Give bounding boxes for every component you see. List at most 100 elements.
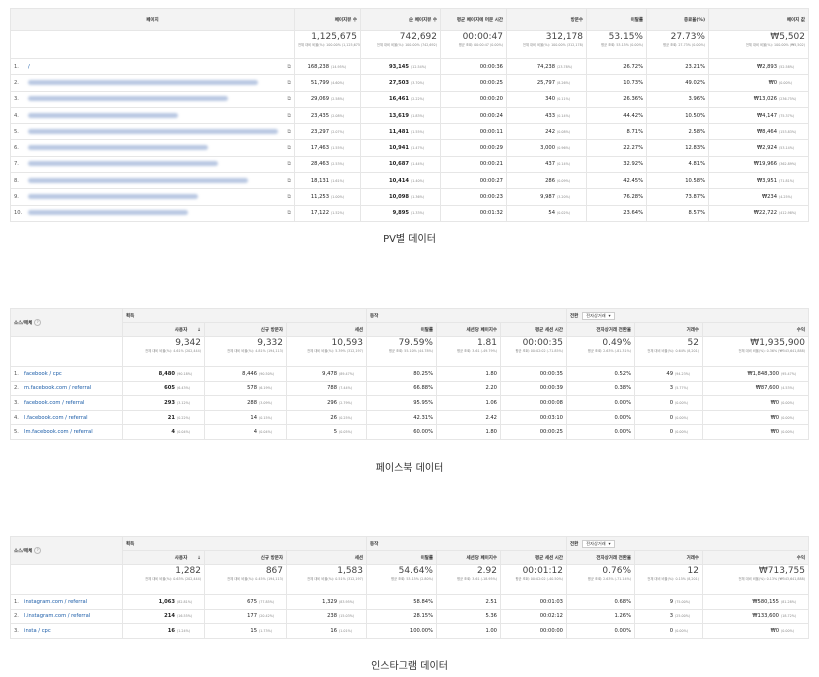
col-header[interactable]: 신규 방문자 — [204, 550, 287, 565]
page-link-redacted[interactable] — [28, 161, 218, 167]
page-cell[interactable]: 7. ⧉ — [10, 155, 295, 174]
col-header[interactable]: 사용자 ↓ — [122, 322, 205, 337]
table-row[interactable]: 8. ⧉ 18,131 (1.61%) 10,414 (1.40%) 00:00:27 286… — [10, 172, 809, 190]
page-cell[interactable]: 8. ⧉ — [10, 172, 295, 190]
col-header[interactable]: 수익 — [702, 322, 809, 337]
source-medium-header[interactable]: 소스/매체? — [10, 308, 123, 337]
help-icon[interactable]: ? — [34, 547, 42, 554]
pv-col-header[interactable]: 방문수 — [506, 8, 587, 31]
table-row[interactable]: 4. ⧉ 23,435 (2.08%) 13,619 (1.83%) 00:00:24 433… — [10, 106, 809, 125]
source-medium-header[interactable]: 소스/매체? — [10, 536, 123, 565]
page-cell[interactable]: 10. ⧉ — [10, 204, 295, 222]
source-link[interactable]: l.instagram.com / referral — [24, 613, 90, 619]
table-row[interactable]: 6. ⧉ 17,463 (1.55%) 10,941 (1.47%) 00:00:29 3,0… — [10, 139, 809, 157]
table-row[interactable]: 1. / ⧉ 168,238 (14.95%) 93,145 (12.54%) 00:00:3… — [10, 57, 809, 76]
col-header[interactable]: 이탈률 — [366, 322, 437, 337]
col-header[interactable]: 평균 세션 시간 — [500, 550, 567, 565]
pv-col-header[interactable]: 이탈률 — [586, 8, 647, 31]
open-link-icon[interactable]: ⧉ — [287, 80, 291, 86]
table-row[interactable]: 3. insta / cpc 16 (1.24%) 15 (1.73%) 16 (1.01%)… — [10, 623, 809, 639]
open-link-icon[interactable]: ⧉ — [287, 161, 291, 167]
open-link-icon[interactable]: ⧉ — [287, 129, 291, 135]
col-header[interactable]: 평균 세션 시간 — [500, 322, 567, 337]
open-link-icon[interactable]: ⧉ — [287, 96, 291, 102]
page-link-redacted[interactable] — [28, 177, 248, 183]
page-cell[interactable]: 3. ⧉ — [10, 90, 295, 108]
page-link[interactable]: / — [28, 64, 30, 70]
page-cell[interactable]: 1. / ⧉ — [10, 57, 295, 76]
source-link[interactable]: facebook / cpc — [24, 371, 62, 377]
table-row[interactable]: 5. ⧉ 23,297 (2.07%) 11,481 (1.55%) 00:00:11 242… — [10, 123, 809, 141]
open-link-icon[interactable]: ⧉ — [287, 64, 291, 70]
page-cell[interactable]: 2. ⧉ — [10, 74, 295, 92]
col-header[interactable]: 세션 — [286, 322, 367, 337]
pv-col-header[interactable]: 순 페이지뷰 수 — [360, 8, 441, 31]
metric-value: 3,000 — [540, 145, 555, 152]
table-row[interactable]: 10. ⧉ 17,122 (1.52%) 9,895 (1.33%) 00:01:32 54(… — [10, 204, 809, 222]
source-cell[interactable]: 5. lm.facebook.com / referral — [10, 424, 123, 440]
page-link-redacted[interactable] — [28, 96, 228, 102]
page-cell[interactable]: 9. ⧉ — [10, 188, 295, 206]
table-row[interactable]: 2. ⧉ 51,799 (4.60%) 27,503 (3.70%) 00:00:25 25,… — [10, 74, 809, 92]
source-cell[interactable]: 3. insta / cpc — [10, 623, 123, 639]
pv-col-header[interactable]: 종료율(%) — [646, 8, 709, 31]
conversion-select[interactable]: 전자상거래 ▾ — [582, 311, 615, 320]
table-row[interactable]: 1. instagram.com / referral 1,063 (82.81%) 6… — [10, 594, 809, 610]
source-cell[interactable]: 2. m.facebook.com / referral — [10, 380, 123, 397]
col-header[interactable]: 전자상거래 전환율 — [566, 322, 635, 337]
source-cell[interactable]: 1. instagram.com / referral — [10, 594, 123, 610]
pv-col-header[interactable]: 페이지 값 — [708, 8, 809, 31]
conversion-select[interactable]: 전자상거래 ▾ — [582, 539, 615, 548]
page-link-redacted[interactable] — [28, 79, 258, 85]
source-link[interactable]: l.facebook.com / referral — [24, 415, 88, 421]
col-header[interactable]: 세션 — [286, 550, 367, 565]
table-row[interactable]: 4. l.facebook.com / referral 21 (0.22%) 14 (0… — [10, 409, 809, 426]
source-cell[interactable]: 2. l.instagram.com / referral — [10, 608, 123, 625]
page-cell[interactable]: 6. ⧉ — [10, 139, 295, 157]
page-cell[interactable]: 5. ⧉ — [10, 123, 295, 141]
table-row[interactable]: 1. facebook / cpc 8,480 (90.18%) 8,446 (90.50… — [10, 366, 809, 382]
help-icon[interactable]: ? — [34, 319, 42, 326]
page-link-redacted[interactable] — [28, 128, 278, 134]
col-header[interactable]: 신규 방문자 — [204, 322, 287, 337]
col-header[interactable]: 세션당 페이지수 — [436, 322, 501, 337]
col-header[interactable]: 세션당 페이지수 — [436, 550, 501, 565]
col-header[interactable]: 거래수 — [634, 322, 703, 337]
pv-col-header[interactable]: 평균 페이지에 머문 시간 — [440, 8, 507, 31]
table-row[interactable]: 2. l.instagram.com / referral 214 (16.55%) 1… — [10, 608, 809, 625]
source-cell[interactable]: 1. facebook / cpc — [10, 366, 123, 382]
page-cell[interactable]: 4. ⧉ — [10, 106, 295, 125]
col-header[interactable]: 거래수 — [634, 550, 703, 565]
source-link[interactable]: insta / cpc — [24, 628, 51, 634]
table-row[interactable]: 5. lm.facebook.com / referral 4 (0.04%) 4 (0.… — [10, 424, 809, 440]
table-row[interactable]: 2. m.facebook.com / referral 605 (6.43%) 578… — [10, 380, 809, 397]
page-link-redacted[interactable] — [28, 112, 178, 118]
open-link-icon[interactable]: ⧉ — [287, 113, 291, 119]
table-row[interactable]: 9. ⧉ 11,253 (1.00%) 10,098 (1.36%) 00:00:23 9,9… — [10, 188, 809, 206]
source-cell[interactable]: 3. facebook.com / referral — [10, 395, 123, 411]
open-link-icon[interactable]: ⧉ — [287, 178, 291, 184]
metric-cell: 00:00:29 — [440, 139, 507, 157]
source-link[interactable]: facebook.com / referral — [24, 400, 85, 406]
table-row[interactable]: 3. facebook.com / referral 293 (3.12%) 288 (3… — [10, 395, 809, 411]
source-link[interactable]: lm.facebook.com / referral — [24, 429, 93, 435]
pv-col-header[interactable]: 페이지뷰 수 — [294, 8, 361, 31]
col-header[interactable]: 사용자 ↓ — [122, 550, 205, 565]
table-row[interactable]: 3. ⧉ 29,069 (2.58%) 16,461 (2.22%) 00:00:20 340… — [10, 90, 809, 108]
col-header[interactable]: 이탈률 — [366, 550, 437, 565]
col-header[interactable]: 전자상거래 전환율 — [566, 550, 635, 565]
table-row[interactable]: 7. ⧉ 28,463 (2.53%) 10,687 (1.44%) 00:00:21 437… — [10, 155, 809, 174]
page-link-redacted[interactable] — [28, 210, 188, 216]
source-link[interactable]: m.facebook.com / referral — [24, 385, 91, 391]
source-cell[interactable]: 4. l.facebook.com / referral — [10, 409, 123, 426]
sort-desc-icon[interactable]: ↓ — [197, 556, 201, 561]
open-link-icon[interactable]: ⧉ — [287, 145, 291, 151]
open-link-icon[interactable]: ⧉ — [287, 194, 291, 200]
source-link[interactable]: instagram.com / referral — [24, 599, 87, 605]
col-header[interactable]: 수익 — [702, 550, 809, 565]
sort-desc-icon[interactable]: ↓ — [197, 328, 201, 333]
page-link-redacted[interactable] — [28, 145, 208, 151]
page-link-redacted[interactable] — [28, 194, 198, 200]
pv-col-header[interactable]: 페이지 — [10, 8, 295, 31]
open-link-icon[interactable]: ⧉ — [287, 210, 291, 216]
